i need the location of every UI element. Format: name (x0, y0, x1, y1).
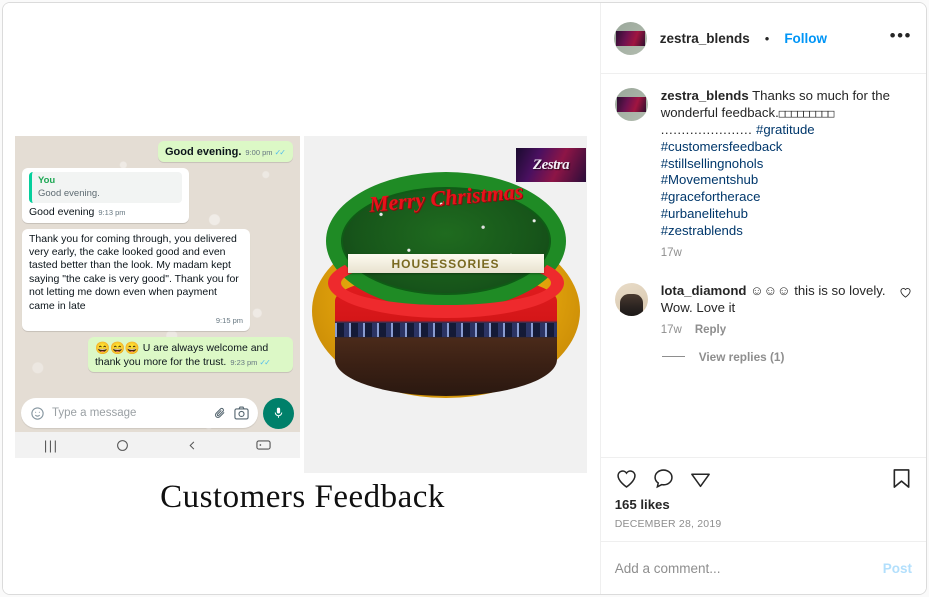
follow-button[interactable]: Follow (784, 31, 827, 46)
read-receipt-icon: ✓✓ (274, 148, 286, 157)
caption-emoji-run: □□□□□□□□□ (778, 106, 835, 120)
avatar[interactable] (613, 21, 647, 55)
heart-icon (900, 288, 911, 298)
hashtag-gracefortherace[interactable]: #gracefortherace (661, 189, 761, 204)
comments-list[interactable]: zestra_blends Thanks so much for the won… (601, 74, 926, 457)
more-options-icon[interactable]: ••• (890, 27, 912, 50)
post-header: zestra_blends • Follow ••• (600, 3, 926, 74)
add-comment-bar[interactable]: Add a comment... Post (600, 541, 926, 594)
message-input[interactable]: Type a message (21, 398, 258, 428)
replies-line (661, 356, 685, 358)
post-media-pane[interactable]: Good evening. 9:00 pm ✓✓ You Good evening.… (3, 3, 601, 594)
comment-meta: 17w Reply (661, 324, 886, 336)
caption-meta: 17w (661, 247, 912, 259)
save-button[interactable] (891, 467, 912, 490)
whatsapp-screenshot: Good evening. 9:00 pm ✓✓ You Good evening.… (15, 136, 300, 458)
chat-timestamp: 9:00 pm (245, 148, 273, 157)
chat-bubble-incoming: You Good evening. Good evening 9:13 pm (22, 168, 189, 223)
post-sidebar: zestra_blends • Follow ••• zestra_blends… (600, 3, 926, 594)
quoted-message: You Good evening. (29, 172, 182, 204)
post-actions: 165 likes DECEMBER 28, 2019 (600, 457, 926, 541)
comment-timestamp: 17w (660, 323, 682, 336)
hashtag-urbanelitehub[interactable]: #urbanelitehub (661, 206, 748, 221)
message-input-placeholder: Type a message (52, 407, 137, 419)
share-button[interactable] (689, 467, 712, 490)
separator-dot: • (764, 30, 770, 46)
like-button[interactable] (615, 467, 638, 490)
heart-icon (617, 470, 636, 488)
quoted-author: You (38, 175, 56, 187)
home-icon[interactable] (116, 439, 129, 452)
comment-item: lota_diamond ☺☺☺ this is so lovely. Wow.… (614, 283, 912, 336)
keyboard-icon[interactable] (256, 439, 271, 451)
hashtag-zestrablends[interactable]: #zestrablends (661, 223, 743, 238)
paperclip-icon (215, 407, 225, 418)
post-author-username[interactable]: zestra_blends (660, 31, 750, 46)
cake-photo: Merry Christmas HOUSESSORIES Zestra (304, 136, 587, 473)
chat-bubble-incoming: Thank you for coming through, you delive… (22, 228, 250, 331)
like-comment-button[interactable] (899, 283, 912, 336)
avatar-image (616, 97, 646, 112)
add-comment-input[interactable]: Add a comment... (615, 561, 883, 576)
quoted-text: Good evening. (38, 187, 100, 199)
reply-button[interactable]: Reply (695, 324, 726, 336)
camera-icon (234, 406, 249, 420)
recents-icon[interactable]: ||| (44, 438, 59, 453)
share-paperplane-icon (690, 473, 710, 488)
chat-bubble-outgoing: 😄😄😄 U are always welcome and thank you m… (88, 336, 293, 373)
view-replies-button[interactable]: View replies (1) (661, 349, 912, 364)
watermark-text: Zestra (532, 156, 570, 173)
chat-timestamp: 9:23 pm (230, 357, 258, 367)
chat-message-text: Good evening (29, 206, 95, 219)
chat-timestamp: 9:13 pm (98, 208, 126, 218)
housessories-banner: HOUSESSORIES (347, 254, 544, 273)
bookmark-icon (893, 469, 910, 488)
avatar-image (619, 294, 643, 317)
back-icon[interactable] (187, 439, 198, 452)
post-image[interactable]: Good evening. 9:00 pm ✓✓ You Good evening.… (3, 3, 600, 594)
hashtag-stillsellingnohols[interactable]: #stillsellingnohols (661, 156, 764, 171)
comment-username[interactable]: lota_diamond (661, 283, 747, 298)
banner-text: HOUSESSORIES (391, 256, 500, 271)
read-receipt-icon: ✓✓ (259, 357, 270, 367)
avatar[interactable] (614, 283, 648, 317)
hashtag-gratitude[interactable]: #gratitude (756, 122, 815, 137)
chat-message-text: Good evening. (165, 146, 242, 158)
comment-button[interactable] (652, 467, 675, 490)
post-comment-button[interactable]: Post (883, 561, 912, 576)
caption-username[interactable]: zestra_blends (661, 88, 749, 103)
post-caption: zestra_blends Thanks so much for the won… (614, 88, 912, 259)
hashtag-movementshub[interactable]: #Movementshub (661, 172, 759, 187)
android-navigation-bar: ||| (15, 432, 300, 458)
instagram-post-card: Good evening. 9:00 pm ✓✓ You Good evening.… (2, 2, 927, 595)
customers-feedback-title: Customers Feedback (160, 479, 445, 515)
caption-timestamp: 17w (660, 247, 682, 260)
likes-count[interactable]: 165 likes (615, 497, 912, 512)
post-date: DECEMBER 28, 2019 (614, 518, 722, 530)
chat-message-text: Thank you for coming through, you delive… (29, 232, 239, 312)
comment-emoji: ☺☺☺ (750, 283, 791, 299)
smiley-icon (31, 406, 44, 420)
hashtag-customersfeedback[interactable]: #customersfeedback (661, 139, 783, 154)
chat-bubble-outgoing: Good evening. 9:00 pm ✓✓ (158, 141, 293, 163)
whatsapp-composer: Type a message (15, 394, 300, 432)
microphone-icon (274, 407, 283, 418)
comment-bubble-icon (654, 469, 673, 489)
voice-record-button[interactable] (263, 397, 294, 429)
caption-dots: ...................... (660, 121, 753, 137)
view-replies-label: View replies (1) (698, 349, 785, 364)
avatar-image (615, 30, 645, 46)
chat-timestamp: 9:15 pm (215, 316, 243, 326)
zestra-watermark: Zestra (516, 148, 586, 182)
grinning-emoji: 😄😄😄 (95, 340, 140, 355)
avatar[interactable] (614, 88, 648, 121)
